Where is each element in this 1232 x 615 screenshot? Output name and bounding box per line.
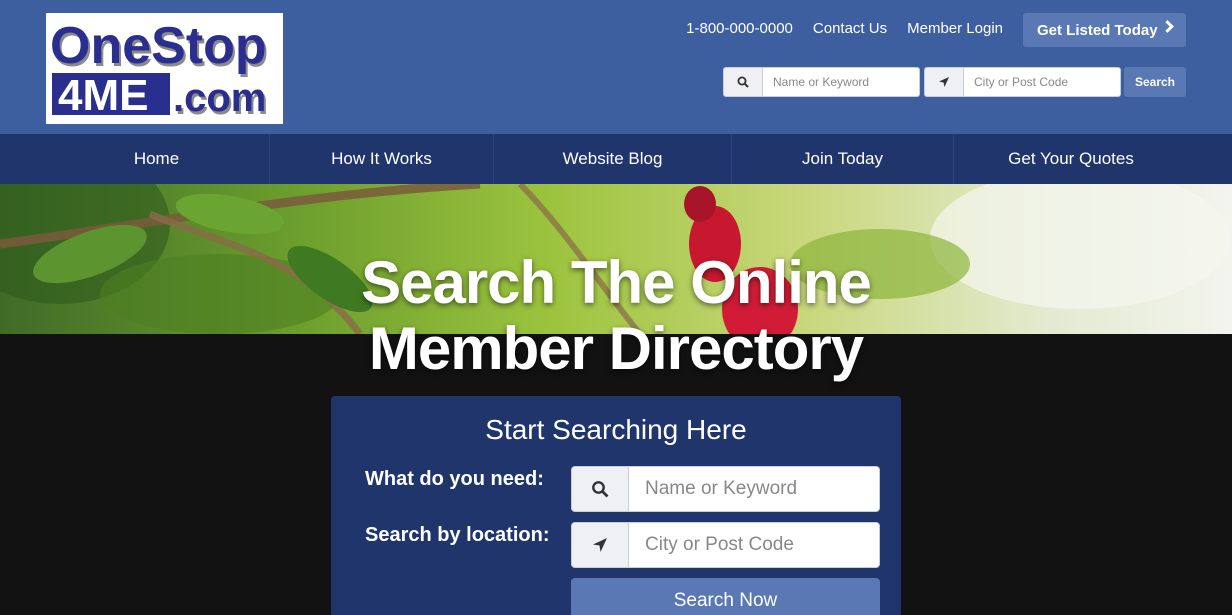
top-links: 1-800-000-0000 Contact Us Member Login bbox=[686, 20, 1003, 37]
header-keyword-search: Name or Keyword bbox=[723, 67, 920, 97]
nav-get-your-quotes[interactable]: Get Your Quotes bbox=[954, 134, 1188, 184]
logo-line2a: 4ME bbox=[58, 71, 148, 120]
header-search-button[interactable]: Search bbox=[1124, 67, 1186, 97]
keyword-input[interactable]: Name or Keyword bbox=[629, 466, 880, 512]
location-arrow-icon bbox=[924, 67, 964, 97]
header-keyword-input[interactable]: Name or Keyword bbox=[763, 67, 920, 97]
location-search-field: City or Post Code bbox=[571, 522, 880, 568]
search-icon bbox=[723, 67, 763, 97]
hero-title: Search The Online Member Directory bbox=[0, 250, 1232, 382]
nav-home[interactable]: Home bbox=[44, 134, 270, 184]
contact-link[interactable]: Contact Us bbox=[813, 20, 887, 37]
get-listed-button[interactable]: Get Listed Today bbox=[1023, 13, 1186, 47]
logo-line1: OneStop bbox=[50, 17, 267, 75]
site-header: OneStop OneStop 4ME .com .com 1-800-000-… bbox=[0, 0, 1232, 134]
location-label: Search by location: bbox=[365, 524, 550, 546]
nav-how-it-works[interactable]: How It Works bbox=[270, 134, 494, 184]
panel-title: Start Searching Here bbox=[485, 414, 747, 445]
keyword-search-field: Name or Keyword bbox=[571, 466, 880, 512]
search-panel: Start Searching Here What do you need: N… bbox=[331, 396, 901, 615]
nav-join-today[interactable]: Join Today bbox=[732, 134, 954, 184]
chevron-right-icon bbox=[1161, 20, 1174, 33]
main-nav: Home How It Works Website Blog Join Toda… bbox=[0, 134, 1232, 184]
site-logo[interactable]: OneStop OneStop 4ME .com .com bbox=[46, 13, 283, 124]
nav-website-blog[interactable]: Website Blog bbox=[494, 134, 732, 184]
get-listed-label: Get Listed Today bbox=[1037, 21, 1158, 39]
location-input[interactable]: City or Post Code bbox=[629, 522, 880, 568]
location-arrow-icon bbox=[571, 522, 629, 568]
search-now-button[interactable]: Search Now bbox=[571, 578, 880, 615]
need-label: What do you need: bbox=[365, 468, 544, 490]
header-location-input[interactable]: City or Post Code bbox=[964, 67, 1121, 97]
logo-line2b: .com bbox=[173, 76, 266, 120]
hero-title-line2: Member Directory bbox=[368, 315, 864, 382]
header-location-search: City or Post Code bbox=[924, 67, 1121, 97]
member-login-link[interactable]: Member Login bbox=[907, 20, 1003, 37]
hero-title-line1: Search The Online bbox=[361, 249, 872, 316]
search-icon bbox=[571, 466, 629, 512]
phone-link[interactable]: 1-800-000-0000 bbox=[686, 20, 793, 37]
